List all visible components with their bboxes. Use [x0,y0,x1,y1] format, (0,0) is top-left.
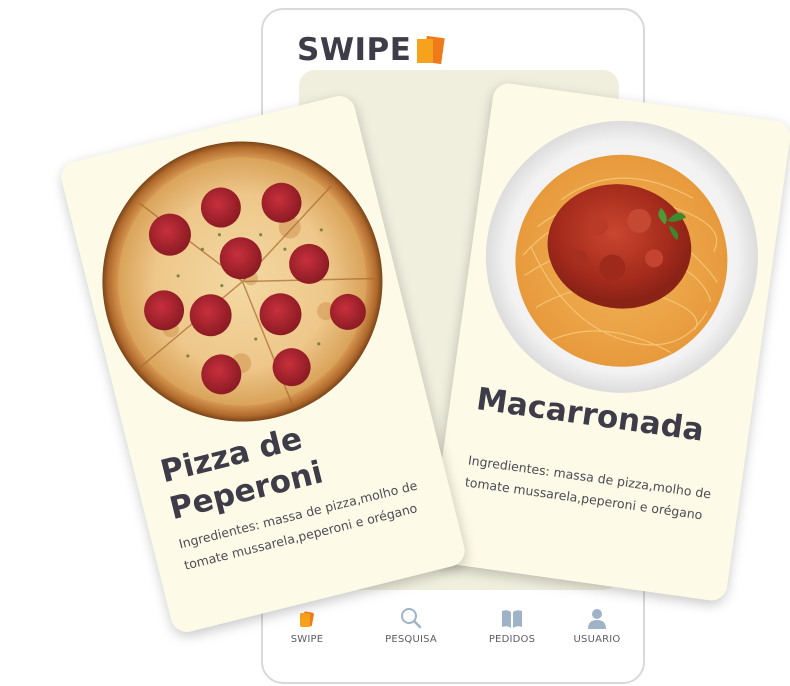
logo-cards-icon [413,35,447,65]
nav-label-usuario: USUARIO [573,634,621,645]
card-description: Ingredientes: massa de pizza,molho de to… [464,452,713,523]
book-icon [472,602,552,630]
spaghetti-image [466,101,778,413]
nav-label-pesquisa: PESQUISA [385,634,437,645]
nav-item-pedidos[interactable]: PEDIDOS [472,602,552,645]
search-icon [371,602,451,630]
app-screen: SWIPE SWIPE PESQUISA PEDIDOS USUARIO Mac… [0,0,790,686]
nav-label-swipe: SWIPE [290,634,324,645]
nav-label-pedidos: PEDIDOS [488,634,536,645]
user-icon [557,602,637,630]
pizza-image [72,111,414,453]
nav-item-pesquisa[interactable]: PESQUISA [371,602,451,645]
app-logo: SWIPE [297,32,447,68]
logo-text: SWIPE [297,32,412,68]
nav-item-usuario[interactable]: USUARIO [557,602,637,645]
bottom-nav: SWIPE PESQUISA PEDIDOS USUARIO [263,602,643,682]
